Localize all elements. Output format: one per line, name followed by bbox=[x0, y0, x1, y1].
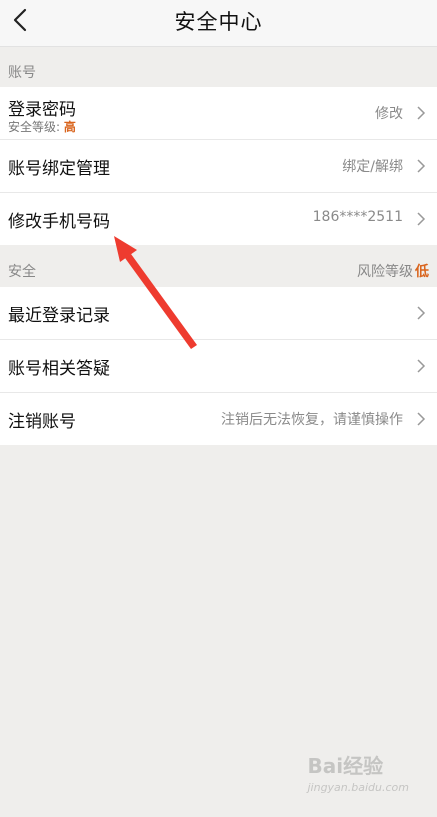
row-title: 登录密码 bbox=[8, 100, 76, 120]
security-level-text: 安全等级: 高 bbox=[8, 120, 76, 134]
account-faq-row[interactable]: 账号相关答疑 bbox=[0, 340, 437, 393]
recent-login-row[interactable]: 最近登录记录 bbox=[0, 287, 437, 340]
login-password-row[interactable]: 登录密码 安全等级: 高 修改 bbox=[0, 87, 437, 140]
account-settings-group: 登录密码 安全等级: 高 修改 账号绑定管理 绑定/解绑 修改手机号码 186*… bbox=[0, 87, 437, 245]
row-title: 账号相关答疑 bbox=[8, 359, 110, 379]
risk-level-text: 风险等级低 bbox=[357, 264, 429, 280]
chevron-right-icon bbox=[417, 212, 426, 226]
account-binding-row[interactable]: 账号绑定管理 绑定/解绑 bbox=[0, 140, 437, 193]
row-value: 绑定/解绑 bbox=[342, 159, 403, 175]
delete-account-row[interactable]: 注销账号 注销后无法恢复，请谨慎操作 bbox=[0, 393, 437, 445]
chevron-right-icon bbox=[417, 359, 426, 373]
risk-level-badge: 低 bbox=[415, 264, 429, 280]
row-value: 注销后无法恢复，请谨慎操作 bbox=[221, 412, 403, 428]
watermark: Bai经验 jingyan.baidu.com bbox=[307, 754, 409, 794]
row-title: 账号绑定管理 bbox=[8, 159, 110, 179]
chevron-right-icon bbox=[417, 159, 426, 173]
section-label-account: 账号 bbox=[8, 65, 36, 81]
chevron-right-icon bbox=[417, 306, 426, 320]
chevron-right-icon bbox=[417, 106, 426, 120]
page-title: 安全中心 bbox=[174, 10, 263, 34]
top-nav-bar: 安全中心 bbox=[0, 0, 437, 47]
row-title: 最近登录记录 bbox=[8, 306, 110, 326]
phone-number-value: 186****2511 bbox=[312, 209, 403, 225]
row-title: 注销账号 bbox=[8, 412, 76, 432]
row-value: 修改 bbox=[375, 106, 403, 122]
security-level-badge: 高 bbox=[63, 120, 76, 134]
chevron-right-icon bbox=[417, 412, 426, 426]
section-label-security: 安全 bbox=[8, 264, 36, 280]
row-title: 修改手机号码 bbox=[8, 212, 110, 232]
change-phone-row[interactable]: 修改手机号码 186****2511 bbox=[0, 193, 437, 245]
security-settings-group: 最近登录记录 账号相关答疑 注销账号 注销后无法恢复，请谨慎操作 bbox=[0, 287, 437, 445]
